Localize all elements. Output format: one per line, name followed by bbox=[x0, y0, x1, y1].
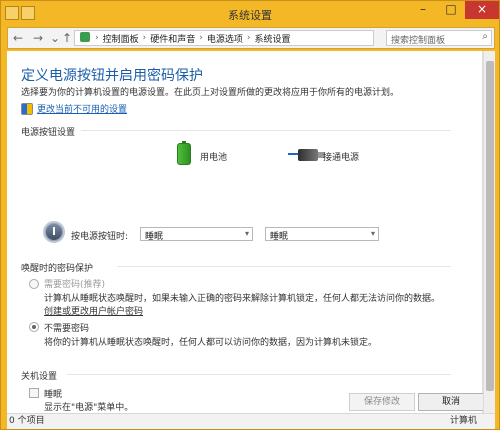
chevron-down-icon: ▾ bbox=[244, 229, 249, 238]
power-button-label: 按电源按钮时: bbox=[71, 232, 129, 242]
require-password-radio[interactable] bbox=[29, 279, 39, 289]
save-changes-button[interactable]: 保存修改 bbox=[349, 393, 415, 411]
page-subtitle: 选择要为你的计算机设置的电源设置。在此页上对设置所做的更改将应用于你所有的电源计… bbox=[21, 88, 400, 98]
plug-icon bbox=[288, 149, 325, 161]
battery-icon bbox=[177, 141, 191, 165]
content-panel: 定义电源按钮并启用密码保护 选择要为你的计算机设置的电源设置。在此页上对设置所做… bbox=[7, 51, 484, 427]
close-button[interactable]: × bbox=[465, 1, 499, 19]
breadcrumb-item-hardware[interactable]: 硬件和声音 bbox=[150, 32, 195, 45]
sleep-description: 显示在"电源"菜单中。 bbox=[44, 403, 134, 413]
breadcrumb-item-control-panel[interactable]: 控制面板 bbox=[103, 32, 139, 45]
section-wakeup-password: 唤醒时的密码保护 bbox=[21, 264, 94, 274]
page-title: 定义电源按钮并启用密码保护 bbox=[21, 68, 203, 84]
breadcrumb-separator: › bbox=[199, 33, 203, 43]
breadcrumb-separator: › bbox=[95, 33, 99, 43]
no-password-description: 将你的计算机从睡眠状态唤醒时，任何人都可以访问你的数据，因为计算机未锁定。 bbox=[44, 338, 378, 348]
shield-icon bbox=[21, 102, 33, 115]
sleep-checkbox[interactable] bbox=[29, 388, 39, 398]
change-unavailable-settings-link[interactable]: 更改当前不可用的设置 bbox=[21, 102, 127, 115]
breadcrumb-separator: › bbox=[142, 33, 147, 43]
battery-label: 用电池 bbox=[200, 153, 228, 163]
no-password-radio[interactable] bbox=[29, 322, 39, 332]
cancel-button[interactable]: 取消 bbox=[418, 393, 484, 411]
title-bar: 系统设置 – □ × bbox=[1, 1, 499, 27]
ac-power-action-value: 睡眠 bbox=[270, 232, 289, 242]
minimize-button[interactable]: – bbox=[409, 1, 437, 19]
chevron-down-icon: ▾ bbox=[370, 229, 375, 238]
search-placeholder: 搜索控制面板 bbox=[391, 36, 446, 46]
ac-label: 接通电源 bbox=[323, 153, 360, 163]
status-item-count: 0 个项目 bbox=[9, 416, 45, 426]
create-password-link[interactable]: 创建或更改用户帐户密码 bbox=[44, 304, 143, 317]
status-watermark: 计算机 bbox=[449, 416, 477, 426]
power-button-icon bbox=[43, 221, 65, 243]
battery-power-action-value: 睡眠 bbox=[145, 232, 164, 242]
breadcrumb-item-power[interactable]: 电源选项 bbox=[207, 32, 243, 45]
maximize-button[interactable]: □ bbox=[437, 1, 465, 19]
require-password-label: 需要密码(推荐) bbox=[44, 280, 106, 290]
section-power-buttons: 电源按钮设置 bbox=[21, 128, 76, 138]
scrollbar-thumb[interactable] bbox=[486, 61, 494, 391]
change-unavailable-settings-text[interactable]: 更改当前不可用的设置 bbox=[37, 102, 127, 115]
address-bar: ← → ⌄ ↑ › 控制面板 › 硬件和声音 › 电源选项 › 系统设置 搜索控… bbox=[7, 27, 495, 49]
search-icon[interactable]: ⌕ bbox=[482, 31, 488, 42]
battery-power-action-select[interactable]: 睡眠 ▾ bbox=[140, 227, 253, 242]
sleep-label: 睡眠 bbox=[44, 390, 63, 400]
status-bar: 0 个项目 计算机 bbox=[7, 413, 495, 429]
section-shutdown: 关机设置 bbox=[21, 372, 58, 382]
require-password-description: 计算机从睡眠状态唤醒时，如果未输入正确的密码来解除计算机锁定，任何人都无法访问你… bbox=[44, 294, 441, 304]
dropdown-icon[interactable]: ⌄ bbox=[50, 31, 60, 45]
breadcrumb: › 控制面板 › 硬件和声音 › 电源选项 › 系统设置 bbox=[74, 30, 374, 46]
breadcrumb-separator: › bbox=[246, 33, 251, 43]
no-password-label: 不需要密码 bbox=[44, 324, 90, 334]
breadcrumb-icon bbox=[80, 32, 90, 42]
section-divider bbox=[67, 374, 451, 375]
up-icon[interactable]: ↑ bbox=[62, 31, 72, 45]
search-box[interactable]: 搜索控制面板 ⌕ bbox=[386, 30, 492, 46]
vertical-scrollbar[interactable] bbox=[483, 51, 495, 413]
window: 系统设置 – □ × ← → ⌄ ↑ › 控制面板 › 硬件和声音 › 电源选项… bbox=[0, 0, 500, 430]
back-icon[interactable]: ← bbox=[13, 31, 23, 45]
section-divider bbox=[81, 130, 451, 131]
section-divider bbox=[117, 266, 451, 267]
breadcrumb-item-system[interactable]: 系统设置 bbox=[254, 32, 290, 45]
forward-icon[interactable]: → bbox=[33, 31, 43, 45]
ac-power-action-select[interactable]: 睡眠 ▾ bbox=[265, 227, 379, 242]
